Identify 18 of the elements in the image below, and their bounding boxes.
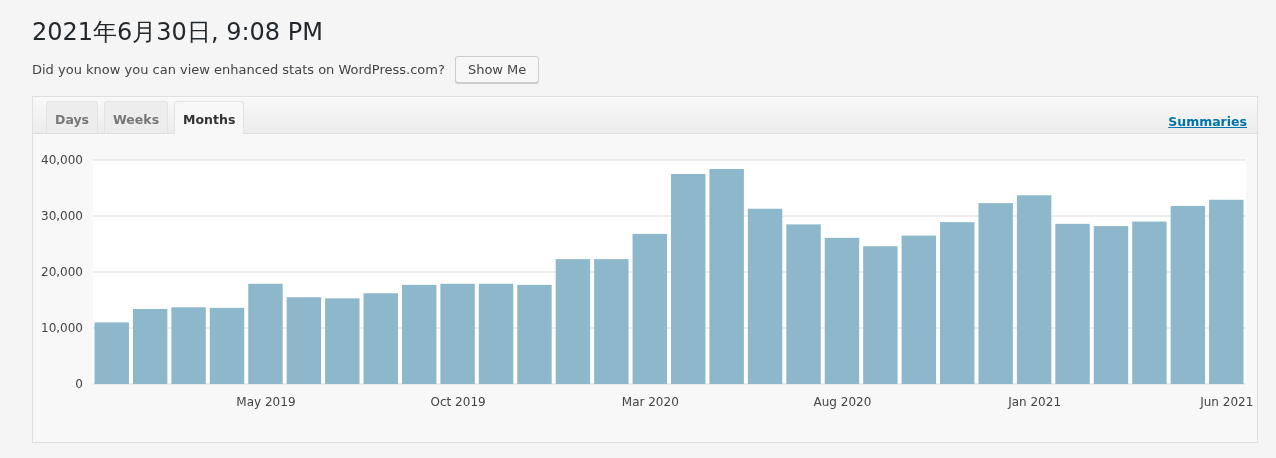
axis-label: May 2019 <box>236 395 296 409</box>
axis-label: Mar 2020 <box>621 395 679 409</box>
axis-label: 10,000 <box>41 321 83 335</box>
tab[interactable]: Weeks <box>104 101 169 133</box>
axis-label: 20,000 <box>41 265 83 279</box>
notice-text: Did you know you can view enhanced stats on WordPress.com? <box>32 62 445 77</box>
axis-label: 30,000 <box>41 209 83 223</box>
summaries-link[interactable]: Summaries <box>1168 114 1247 129</box>
show-me-button[interactable]: Show Me <box>454 56 540 83</box>
axis-label: Jun 2021 <box>1200 395 1254 409</box>
tab[interactable]: Months <box>174 101 245 134</box>
axis-label: 40,000 <box>41 153 83 167</box>
axis-label: Oct 2019 <box>430 395 486 409</box>
tab[interactable]: Days <box>46 101 98 133</box>
axis-label: Jan 2021 <box>1008 395 1062 409</box>
page-title: 2021年6月30日, 9:08 PM <box>32 17 324 48</box>
axis-label: Aug 2020 <box>813 395 872 409</box>
axis-label: 0 <box>75 377 83 391</box>
